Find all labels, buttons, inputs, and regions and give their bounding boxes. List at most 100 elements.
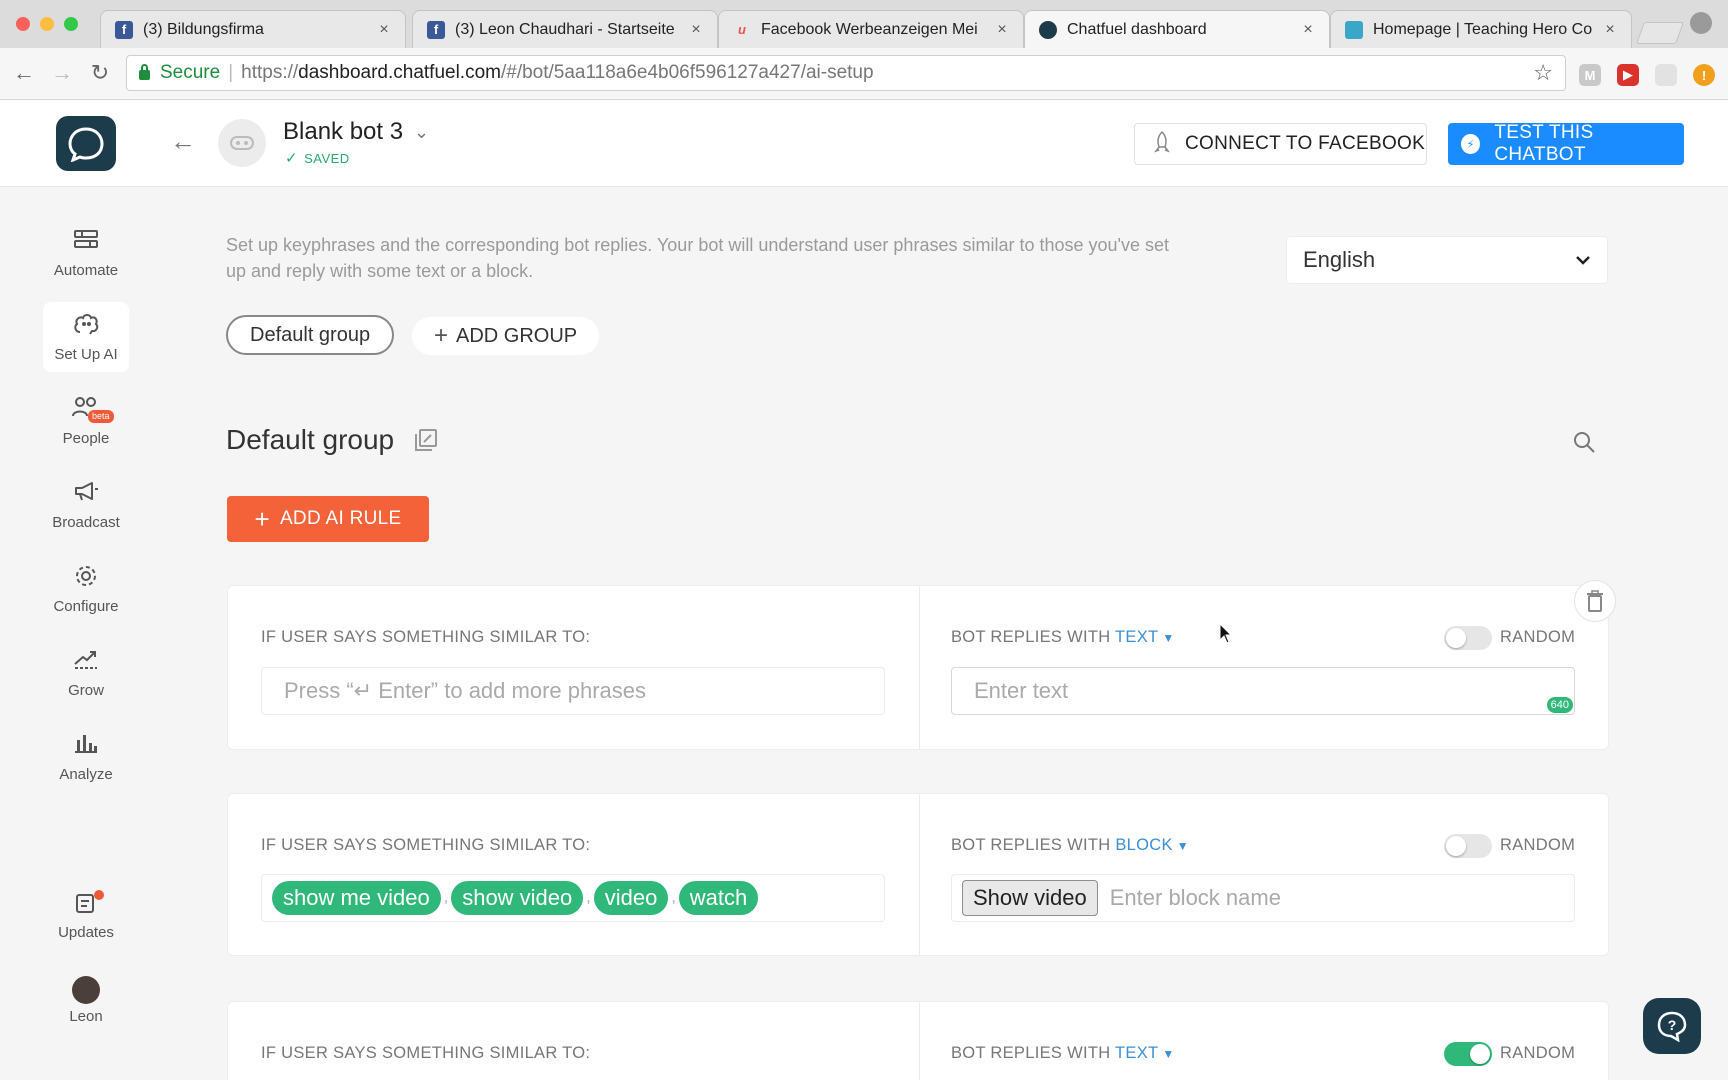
- add-ai-rule-label: ADD AI RULE: [279, 508, 402, 529]
- sidebar-item-automate[interactable]: Automate: [43, 218, 129, 288]
- sidebar-item-broadcast[interactable]: Broadcast: [43, 470, 129, 540]
- random-toggle[interactable]: [1444, 626, 1492, 650]
- people-icon: beta: [72, 396, 114, 426]
- bot-replies-text: BOT REPLIES WITH: [951, 1044, 1111, 1062]
- extension-gray-icon[interactable]: [1655, 64, 1677, 86]
- phrase-tag[interactable]: watch: [678, 881, 759, 915]
- caret-down-icon[interactable]: ▼: [1162, 1047, 1174, 1061]
- rocket-icon: [1153, 130, 1171, 158]
- bot-name[interactable]: Blank bot 3: [283, 118, 403, 146]
- caret-down-icon[interactable]: ▼: [1177, 839, 1189, 853]
- profile-icon[interactable]: [1690, 12, 1712, 34]
- reply-type-dropdown[interactable]: BLOCK: [1115, 836, 1172, 854]
- address-bar[interactable]: Secure | https:// dashboard.chatfuel.com…: [126, 55, 1566, 91]
- facebook-icon: f: [115, 20, 133, 39]
- caret-down-icon[interactable]: ▼: [1162, 631, 1174, 645]
- chevron-down-icon[interactable]: ⌄: [414, 122, 429, 143]
- browser-tab-active[interactable]: Chatfuel dashboard ×: [1024, 10, 1330, 48]
- sidebar-item-configure[interactable]: Configure: [43, 554, 129, 624]
- reply-type-dropdown[interactable]: TEXT: [1115, 1044, 1158, 1062]
- sidebar-item-analyze[interactable]: Analyze: [43, 722, 129, 792]
- sidebar-item-grow[interactable]: Grow: [43, 638, 129, 708]
- phrase-tag[interactable]: video: [593, 881, 669, 915]
- user-says-label: IF USER SAYS SOMETHING SIMILAR TO:: [261, 1044, 591, 1062]
- sidebar-item-label: Configure: [53, 597, 119, 615]
- new-tab-button[interactable]: [1635, 22, 1685, 44]
- close-icon[interactable]: ×: [375, 21, 393, 39]
- language-value: English: [1303, 247, 1376, 272]
- bot-replies-label: BOT REPLIES WITH BLOCK ▼: [951, 836, 1189, 855]
- add-ai-rule-button[interactable]: + ADD AI RULE: [227, 496, 429, 542]
- window-minimize-button[interactable]: [40, 17, 54, 31]
- back-arrow-icon[interactable]: ←: [170, 126, 196, 157]
- group-tab-default[interactable]: Default group: [226, 315, 395, 355]
- beta-badge: beta: [88, 409, 114, 423]
- bot-replies-label: BOT REPLIES WITH TEXT ▼: [951, 1044, 1175, 1063]
- reload-icon[interactable]: ↻: [86, 60, 114, 86]
- sidebar-item-people[interactable]: beta People: [43, 386, 129, 456]
- chevron-down-icon: [1576, 256, 1590, 265]
- help-icon: ?: [1657, 1011, 1687, 1042]
- reply-placeholder: Enter text: [974, 678, 1069, 703]
- url-scheme: https://: [241, 62, 299, 83]
- browser-tab[interactable]: f (3) Bildungsfirma ×: [100, 10, 406, 48]
- reply-text-input[interactable]: Enter text 640: [951, 667, 1575, 715]
- forward-arrow-icon[interactable]: →: [48, 60, 76, 86]
- user-says-label: IF USER SAYS SOMETHING SIMILAR TO:: [261, 836, 591, 854]
- help-chat-button[interactable]: ?: [1643, 998, 1701, 1054]
- sidebar-item-label: Broadcast: [52, 513, 120, 531]
- window-close-button[interactable]: [16, 17, 30, 31]
- notification-dot: [94, 889, 104, 900]
- chatfuel-logo[interactable]: [56, 116, 116, 171]
- chatfuel-icon: [1039, 20, 1057, 39]
- close-icon[interactable]: ×: [1601, 21, 1619, 39]
- phrases-input[interactable]: show me video, show video, video, watch: [261, 874, 885, 922]
- tab-title: Homepage | Teaching Hero Co: [1373, 20, 1593, 38]
- extension-video-icon[interactable]: ▶: [1617, 64, 1639, 86]
- saved-status: ✓ SAVED: [285, 149, 350, 167]
- browser-tab-strip: f (3) Bildungsfirma × f (3) Leon Chaudha…: [0, 0, 1728, 48]
- phrase-tag[interactable]: show video: [451, 881, 584, 915]
- phrase-tag[interactable]: show me video: [272, 881, 441, 915]
- back-arrow-icon[interactable]: ←: [10, 60, 38, 86]
- language-select[interactable]: English: [1286, 236, 1608, 284]
- bookmark-star-icon[interactable]: ☆: [1533, 60, 1553, 86]
- close-icon[interactable]: ×: [993, 21, 1011, 39]
- url-host: dashboard.chatfuel.com: [298, 62, 501, 83]
- random-toggle[interactable]: [1444, 834, 1492, 858]
- sidebar-item-set-up-ai[interactable]: Set Up AI: [43, 302, 129, 372]
- test-chatbot-button[interactable]: ⚡ TEST THIS CHATBOT: [1448, 122, 1684, 165]
- bot-replies-text: BOT REPLIES WITH: [951, 628, 1111, 646]
- sidebar-item-profile[interactable]: Leon: [43, 964, 129, 1034]
- reply-type-dropdown[interactable]: TEXT: [1115, 628, 1158, 646]
- edit-group-icon[interactable]: [414, 428, 438, 452]
- block-name-input[interactable]: Show video Enter block name: [951, 874, 1575, 922]
- selected-block-pill[interactable]: Show video: [962, 880, 1098, 916]
- sidebar-item-updates[interactable]: Updates: [43, 880, 129, 950]
- tab-title: (3) Leon Chaudhari - Startseite: [455, 20, 675, 38]
- connect-to-facebook-button[interactable]: CONNECT TO FACEBOOK: [1134, 123, 1427, 165]
- plus-icon: +: [254, 504, 270, 534]
- delete-rule-icon[interactable]: [1574, 580, 1616, 622]
- teachinghero-icon: [1345, 20, 1363, 39]
- phrases-input[interactable]: Press “↵ Enter” to add more phrases: [261, 667, 885, 715]
- search-icon[interactable]: [1572, 430, 1596, 454]
- add-group-button[interactable]: + ADD GROUP: [412, 317, 600, 355]
- browser-tab[interactable]: Homepage | Teaching Hero Co ×: [1330, 10, 1632, 48]
- tab-title: Chatfuel dashboard: [1067, 20, 1207, 38]
- random-toggle[interactable]: [1444, 1042, 1492, 1066]
- check-icon: ✓: [285, 150, 299, 167]
- window-zoom-button[interactable]: [64, 17, 78, 31]
- app-header: ← Blank bot 3 ⌄ ✓ SAVED CONNECT TO FACEBO…: [0, 100, 1728, 187]
- browser-tab[interactable]: u Facebook Werbeanzeigen Mei ×: [718, 10, 1024, 48]
- close-icon[interactable]: ×: [687, 21, 705, 39]
- close-icon[interactable]: ×: [1299, 21, 1317, 39]
- extension-alert-icon[interactable]: !: [1693, 64, 1715, 86]
- extension-m-icon[interactable]: M: [1579, 64, 1601, 86]
- browser-tab[interactable]: f (3) Leon Chaudhari - Startseite ×: [412, 10, 718, 48]
- intro-text: Set up keyphrases and the corresponding …: [226, 235, 1169, 281]
- bot-avatar: [218, 119, 266, 167]
- char-counter: 640: [1546, 697, 1573, 713]
- gear-icon: [74, 564, 98, 594]
- sidebar-item-label: Automate: [53, 261, 119, 279]
